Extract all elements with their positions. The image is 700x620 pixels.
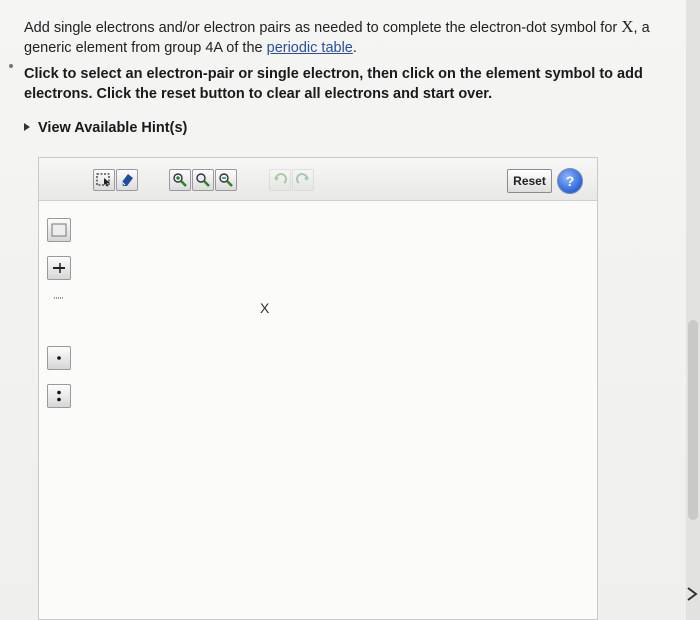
electron-pair-icon <box>57 390 61 402</box>
redo-button[interactable] <box>292 169 314 191</box>
drawing-canvas[interactable]: X <box>77 201 595 619</box>
question-text: Add single electrons and/or electron pai… <box>24 17 664 58</box>
view-hints-label: View Available Hint(s) <box>38 120 188 136</box>
periodic-table-link[interactable]: periodic table <box>267 40 353 56</box>
undo-button[interactable] <box>269 169 291 191</box>
palette-divider <box>47 290 71 308</box>
template-tool-button[interactable] <box>47 218 71 242</box>
zoom-in-icon <box>173 173 187 187</box>
element-symbol-inline: X <box>621 17 634 36</box>
zoom-out-icon <box>219 173 233 187</box>
select-arrow-icon <box>96 173 110 187</box>
help-icon[interactable]: ? <box>557 168 583 194</box>
grip-icon <box>54 297 63 299</box>
single-bond-tool-button[interactable] <box>47 256 71 280</box>
undo-icon <box>274 173 287 184</box>
reset-button[interactable]: Reset <box>507 169 552 193</box>
page-scroll-thumb[interactable] <box>688 320 698 520</box>
single-electron-icon <box>57 356 61 360</box>
select-tool-button[interactable] <box>93 169 115 191</box>
chevron-right-icon[interactable] <box>685 584 699 604</box>
bond-line-icon <box>53 263 65 273</box>
page: Add single electrons and/or electron pai… <box>0 0 686 620</box>
question-text-before: Add single electrons and/or electron pai… <box>24 20 622 36</box>
redo-icon <box>296 173 309 184</box>
eraser-tool-button[interactable] <box>116 169 138 191</box>
zoom-in-button[interactable] <box>169 169 191 191</box>
question-text-end: . <box>352 40 357 56</box>
bullet-marker <box>9 64 13 68</box>
view-hints-toggle[interactable]: View Available Hint(s) <box>24 120 187 136</box>
electron-pair-tool-button[interactable] <box>47 384 71 408</box>
eraser-icon <box>121 174 133 186</box>
zoom-fit-button[interactable] <box>192 169 214 191</box>
electron-dot-sketcher: Reset ? X <box>38 157 598 620</box>
zoom-fit-icon <box>196 173 210 187</box>
sketcher-toolbar: Reset ? <box>39 158 597 201</box>
zoom-out-button[interactable] <box>215 169 237 191</box>
page-scroll-track[interactable] <box>686 0 700 620</box>
instructions-text: Click to select an electron-pair or sing… <box>24 66 643 102</box>
blank-template-icon <box>51 223 67 237</box>
canvas-element-symbol[interactable]: X <box>260 300 269 316</box>
expand-triangle-icon <box>24 123 30 131</box>
single-electron-tool-button[interactable] <box>47 346 71 370</box>
